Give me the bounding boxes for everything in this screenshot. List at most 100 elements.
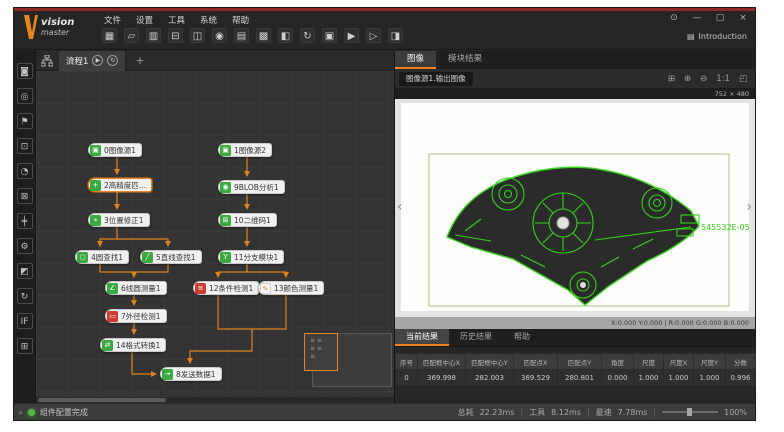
close-button[interactable]: × [737,13,749,23]
page-icon[interactable]: ◧ [278,28,293,43]
flow-node[interactable]: ○4圆查找1 [75,250,129,264]
flow-node[interactable]: ◉9BLOB分析1 [218,180,285,194]
tool-rail: ◙ ◎ ⚑ ⊡ ◔ ⊠ ╪ ⚙ ◩ ↻ IF ⊞ [14,51,36,403]
flow-canvas[interactable]: ▣0图像源1 +2高精度匹… ⌖3位置修正1 ○4圆查找1 ╱5直线查找1 ∠6线圆测量1… [36,71,394,397]
open-icon[interactable]: ▱ [124,28,139,43]
flow-node[interactable]: →8发送数据1 [160,367,222,381]
fit-view-icon[interactable]: ⊞ [668,74,675,84]
flow-node[interactable]: ▣0图像源1 [88,143,142,157]
tab-帮助[interactable]: 帮助 [503,329,541,346]
results-panel: 当前结果历史结果帮助 序号匹配框中心X匹配框中心Y匹配点X匹配点Y角度尺度尺度X… [395,329,755,403]
metric-value: 22.23ms [480,408,515,417]
run-once-icon[interactable]: ▶ [344,28,359,43]
status-bar: » 组件配置完成 总耗22.23ms|工具8.12ms|最速7.78ms|100… [14,403,755,420]
node-icon: Y [220,252,231,263]
minimap[interactable]: ≡ ≡≡ ≡≡ [304,333,338,371]
fullscreen-icon[interactable]: ◰ [739,74,747,84]
zoom-in-icon[interactable]: ⊕ [684,74,691,84]
flow-node[interactable]: ╱5直线查找1 [140,250,202,264]
node-icon: ⇄ [102,340,113,351]
crosshair-icon[interactable]: ◎ [17,88,33,104]
module-list-icon[interactable]: ▤ [234,28,249,43]
circle-detect-icon[interactable]: ◔ [17,163,33,179]
restore-button[interactable]: ▢ [714,13,726,23]
minimize-button[interactable]: — [691,13,703,23]
flow-node[interactable]: ⌖3位置修正1 [88,213,150,227]
table-cell: 1.000 [634,370,664,386]
if-logic-icon[interactable]: IF [17,313,33,329]
flow-node[interactable]: ▣1图像源2 [218,143,272,157]
run-process-button[interactable]: ▶ [92,55,103,66]
prev-image-arrow[interactable]: ‹ [397,199,403,215]
flow-node[interactable]: ∠6线圆测量1 [105,281,167,295]
data-queue-icon[interactable]: ▩ [256,28,271,43]
module-settings-icon[interactable]: ⚙ [17,238,33,254]
table-cell: 1.000 [664,370,694,386]
rotate-icon[interactable]: ↻ [17,288,33,304]
node-icon: ○ [77,252,88,263]
run-continuous-icon[interactable]: ▷ [366,28,381,43]
flow-node[interactable]: ≡12条件检测1 [193,281,259,295]
camera-icon[interactable]: ◉ [212,28,227,43]
one-to-one-icon[interactable]: 1:1 [716,74,730,84]
tab-process-1[interactable]: 流程1 ▶ ↻ [59,51,126,71]
app-logo: vision master [23,14,74,40]
menu-item[interactable]: 帮助 [232,14,249,26]
metric-label: 工具 [529,407,545,418]
node-label: 8发送数据1 [176,369,216,380]
flow-node[interactable]: ▭7外径检测1 [105,309,167,323]
save-as-icon[interactable]: ▥ [146,28,161,43]
flow-node[interactable]: ✎13颜色测量1 [258,281,324,295]
metric-label: 总耗 [458,407,474,418]
run-loop-button[interactable]: ↻ [107,55,118,66]
output-icon[interactable]: ⊞ [17,338,33,354]
close-box-icon[interactable]: ⊠ [17,188,33,204]
expand-statusbar-button[interactable]: » [18,408,23,417]
sql-data-icon[interactable]: ▣ [322,28,337,43]
tab-图像[interactable]: 图像 [395,51,436,69]
camera-icon[interactable]: ◙ [17,63,33,79]
tab-当前结果[interactable]: 当前结果 [395,329,449,346]
flow-node[interactable]: Y11分支模块1 [218,250,284,264]
about-button[interactable]: ⊙ [668,13,680,23]
app-window: vision master 文件设置工具系统帮助 ⊙—▢× ▦▱▥⊟◫◉▤▩◧↻… [14,8,755,420]
match-code-label: 545532E-05 [701,223,750,232]
flow-node[interactable]: ⊠10二维码1 [218,213,277,227]
menu-item[interactable]: 系统 [200,14,217,26]
node-label: 4圆查找1 [91,252,123,263]
zoom-slider-handle[interactable] [687,408,692,416]
image-viewer[interactable]: 545532E-05 ‹ › [395,99,755,317]
menu-item[interactable]: 文件 [104,14,121,26]
menu-item[interactable]: 设置 [136,14,153,26]
next-image-arrow[interactable]: › [746,199,752,215]
image-source-dropdown[interactable]: 图像源1.输出图像 [399,72,473,86]
table-row[interactable]: 0369.998282.003369.529280.8010.0001.0001… [396,370,756,386]
canvas-zoom-slider[interactable] [662,411,718,413]
single-step-icon[interactable]: ◨ [388,28,403,43]
measure-icon[interactable]: ╪ [17,213,33,229]
zoom-out-icon[interactable]: ⊖ [700,74,707,84]
add-process-button[interactable]: + [126,54,153,67]
tab-历史结果[interactable]: 历史结果 [449,329,503,346]
canvas-hscroll-thumb[interactable] [38,398,166,402]
table-cell: 0 [396,370,418,386]
flow-node[interactable]: ⇄14格式转换1 [100,338,166,352]
table-cell: 369.529 [514,370,558,386]
position-icon[interactable]: ⚑ [17,113,33,129]
viewer-tabs: 图像模块结果 [395,51,755,69]
table-cell: 369.998 [418,370,466,386]
introduction-button[interactable]: ▤ Introduction [687,32,747,41]
global-refresh-icon[interactable]: ↻ [300,28,315,43]
fill-icon[interactable]: ◩ [17,263,33,279]
layout-icon[interactable]: ◫ [190,28,205,43]
focus-icon[interactable]: ⊡ [17,138,33,154]
export-icon[interactable]: ⊟ [168,28,183,43]
process-tree-icon[interactable] [41,55,53,67]
flow-node[interactable]: +2高精度匹… [88,178,152,192]
canvas-zoom-value: 100% [724,408,747,417]
save-icon[interactable]: ▦ [102,28,117,43]
tab-模块结果[interactable]: 模块结果 [436,51,494,69]
column-header: 匹配点Y [558,354,602,370]
main-toolbar: ▦ ▱ ▥ ⊟ ◫ ◉ ▤ ▩ ◧ ↻ ▣ ▶ ▷ ◨ [102,28,403,43]
menu-item[interactable]: 工具 [168,14,185,26]
